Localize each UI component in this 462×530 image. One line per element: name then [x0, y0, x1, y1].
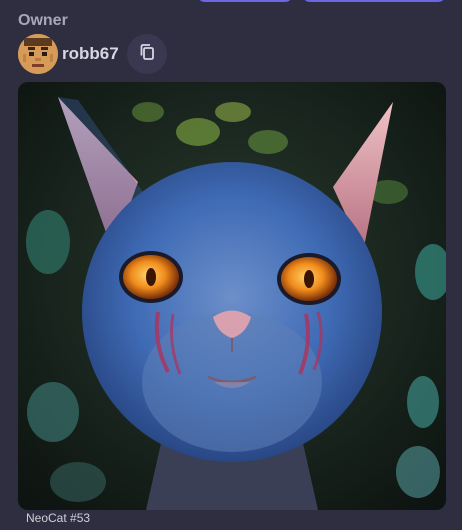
owner-label: Owner	[18, 12, 68, 29]
top-action-button-left[interactable]	[197, 0, 293, 2]
copy-icon	[138, 43, 156, 66]
avatar[interactable]	[18, 34, 58, 74]
owner-row: robb67	[18, 34, 167, 74]
nft-image-card[interactable]	[18, 82, 446, 510]
copy-address-button[interactable]	[126, 34, 167, 74]
neocat-artwork	[18, 82, 446, 510]
nft-name: NeoCat #53	[26, 511, 91, 525]
top-action-button-right[interactable]	[302, 0, 446, 2]
owner-username[interactable]: robb67	[62, 44, 119, 64]
